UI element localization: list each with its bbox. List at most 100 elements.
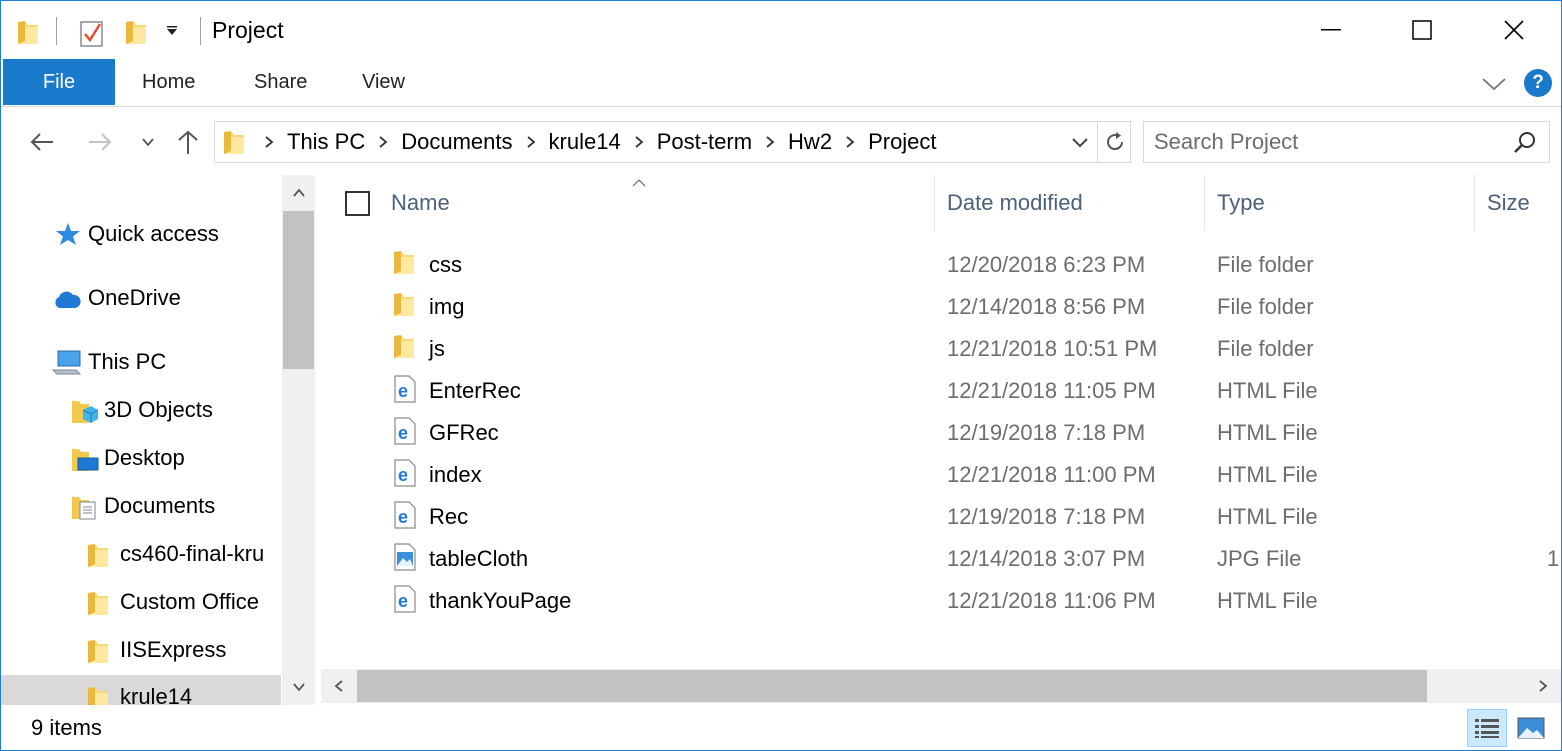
tab-file[interactable]: File — [3, 59, 115, 105]
cloud-icon — [52, 289, 82, 315]
up-button[interactable] — [173, 127, 203, 157]
search-input[interactable] — [1154, 128, 1504, 156]
breadcrumb-documents[interactable]: Documents — [397, 129, 516, 155]
nav-item-krule14[interactable]: krule14 — [1, 675, 281, 705]
forward-button[interactable] — [85, 127, 115, 157]
breadcrumb-hw2[interactable]: Hw2 — [784, 129, 836, 155]
nav-label: Custom Office — [120, 589, 259, 614]
search-box[interactable] — [1143, 121, 1550, 163]
file-row[interactable]: css 12/20/2018 6:23 PM File folder — [321, 243, 1561, 285]
file-row[interactable]: js 12/21/2018 10:51 PM File folder — [321, 327, 1561, 369]
scroll-up-button[interactable] — [282, 175, 315, 211]
file-explorer-window: Project File Home Share View ? This PC D… — [0, 0, 1562, 751]
large-icons-view-button[interactable] — [1511, 709, 1551, 747]
file-date: 12/21/2018 11:00 PM — [947, 462, 1156, 487]
column-divider[interactable] — [934, 175, 935, 231]
chevron-right-icon[interactable] — [255, 135, 283, 149]
3d-objects-icon — [71, 398, 99, 430]
address-history-button[interactable] — [1067, 130, 1093, 156]
nav-item-onedrive[interactable]: OneDrive — [1, 276, 281, 320]
chevron-right-icon[interactable] — [836, 135, 864, 149]
customize-dropdown-icon[interactable] — [165, 25, 179, 44]
tab-home[interactable]: Home — [142, 59, 195, 105]
back-button[interactable] — [27, 127, 57, 157]
file-row[interactable]: tableCloth 12/14/2018 3:07 PM JPG File 1 — [321, 537, 1561, 579]
svg-text:e: e — [398, 423, 408, 443]
expand-ribbon-button[interactable] — [1479, 69, 1509, 99]
nav-item-3d-objects[interactable]: 3D Objects — [1, 388, 281, 432]
help-button[interactable]: ? — [1524, 69, 1552, 97]
file-type: HTML File — [1217, 588, 1318, 613]
file-name: GFRec — [429, 420, 499, 445]
chevron-right-icon[interactable] — [625, 135, 653, 149]
breadcrumb-this-pc[interactable]: This PC — [283, 129, 369, 155]
refresh-button[interactable] — [1097, 122, 1131, 162]
nav-item-folder[interactable]: cs460-final-kru — [1, 532, 281, 576]
details-view-button[interactable] — [1467, 709, 1507, 747]
close-button[interactable] — [1467, 1, 1560, 59]
nav-item-quick-access[interactable]: Quick access — [1, 212, 281, 256]
chevron-right-icon[interactable] — [756, 135, 784, 149]
folder-icon — [87, 590, 109, 622]
file-list-horizontal-scrollbar[interactable] — [321, 669, 1561, 703]
scrollbar-thumb[interactable] — [357, 670, 1427, 702]
scroll-right-button[interactable] — [1525, 669, 1561, 703]
tab-share[interactable]: Share — [254, 59, 307, 105]
chevron-up-icon — [292, 188, 305, 197]
navigation-pane: Quick access OneDrive This PC 3D Objects… — [1, 175, 317, 705]
arrow-right-icon — [89, 133, 112, 151]
item-count: 9 items — [31, 715, 102, 740]
column-divider[interactable] — [1474, 175, 1475, 231]
column-header-type[interactable]: Type — [1217, 175, 1457, 231]
close-icon — [1503, 20, 1524, 40]
file-row[interactable]: e index 12/21/2018 11:00 PM HTML File — [321, 453, 1561, 495]
nav-item-documents[interactable]: Documents — [1, 484, 281, 528]
svg-text:e: e — [398, 465, 408, 485]
nav-item-folder[interactable]: IISExpress — [1, 628, 281, 672]
properties-checkmark-icon[interactable] — [80, 19, 104, 52]
nav-item-desktop[interactable]: Desktop — [1, 436, 281, 480]
new-folder-icon[interactable] — [125, 19, 147, 50]
edge-html-icon: e — [393, 501, 417, 535]
folder-icon[interactable] — [17, 19, 39, 50]
scroll-down-button[interactable] — [282, 669, 315, 705]
chevron-right-icon[interactable] — [517, 135, 545, 149]
tab-view[interactable]: View — [362, 59, 405, 105]
breadcrumb-project[interactable]: Project — [864, 129, 940, 155]
scrollbar-thumb[interactable] — [283, 211, 314, 369]
column-header-size[interactable]: Size — [1487, 175, 1561, 231]
file-type: HTML File — [1217, 504, 1318, 529]
file-date: 12/14/2018 3:07 PM — [947, 546, 1146, 571]
nav-pane-scrollbar[interactable] — [282, 175, 315, 705]
folder-icon — [223, 129, 245, 160]
recent-locations-button[interactable] — [133, 127, 163, 157]
file-date: 12/21/2018 10:51 PM — [947, 336, 1158, 361]
documents-icon — [71, 494, 99, 526]
column-header-name[interactable]: Name — [391, 175, 931, 231]
column-divider[interactable] — [1204, 175, 1205, 231]
chevron-right-icon[interactable] — [369, 135, 397, 149]
minimize-button[interactable] — [1284, 1, 1377, 59]
file-name: Rec — [429, 504, 469, 529]
search-icon[interactable] — [1512, 130, 1538, 161]
address-bar[interactable]: This PC Documents krule14 Post-term Hw2 … — [214, 121, 1131, 163]
file-row[interactable]: img 12/14/2018 8:56 PM File folder — [321, 285, 1561, 327]
breadcrumb-post-term[interactable]: Post-term — [653, 129, 756, 155]
desktop-icon — [71, 446, 99, 478]
file-row[interactable]: e thankYouPage 12/21/2018 11:06 PM HTML … — [321, 579, 1561, 621]
column-header-date-modified[interactable]: Date modified — [947, 175, 1197, 231]
file-type: File folder — [1217, 294, 1314, 319]
computer-icon — [51, 350, 82, 382]
select-all-checkbox[interactable] — [345, 191, 370, 216]
file-row[interactable]: e Rec 12/19/2018 7:18 PM HTML File — [321, 495, 1561, 537]
maximize-button[interactable] — [1375, 1, 1468, 59]
nav-item-folder[interactable]: Custom Office — [1, 580, 281, 624]
file-row[interactable]: e EnterRec 12/21/2018 11:05 PM HTML File — [321, 369, 1561, 411]
file-date: 12/21/2018 11:05 PM — [947, 378, 1156, 403]
breadcrumb-krule14[interactable]: krule14 — [545, 129, 625, 155]
scroll-left-button[interactable] — [321, 669, 357, 703]
large-icons-view-icon — [1517, 717, 1545, 739]
nav-item-this-pc[interactable]: This PC — [1, 340, 281, 384]
file-row[interactable]: e GFRec 12/19/2018 7:18 PM HTML File — [321, 411, 1561, 453]
nav-label: Quick access — [88, 221, 219, 246]
